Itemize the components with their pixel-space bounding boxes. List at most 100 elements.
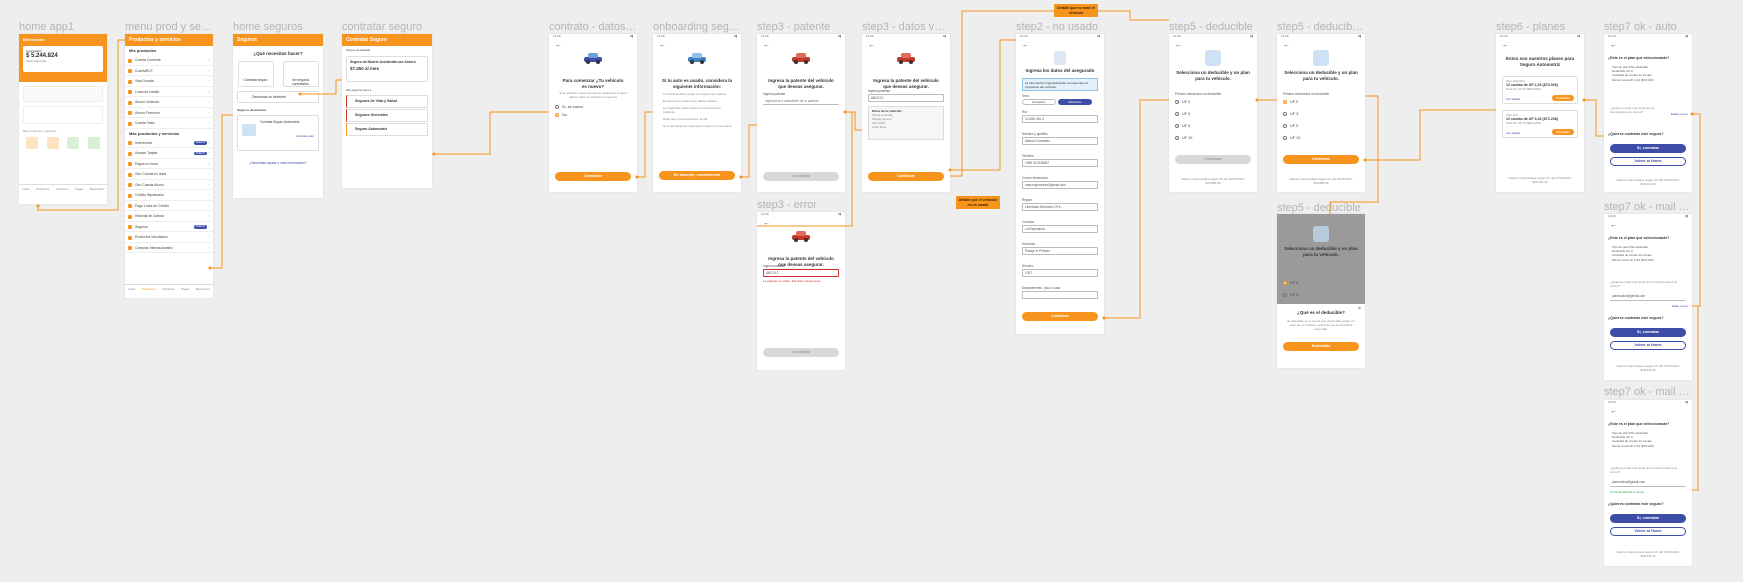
contratar-button[interactable]: Contratar bbox=[1552, 95, 1574, 101]
list-item[interactable]: Ahorro Vivienda bbox=[125, 97, 213, 108]
radio-no[interactable]: No bbox=[555, 112, 567, 118]
continue-button[interactable]: Continuar bbox=[555, 172, 631, 181]
back-arrow-icon[interactable]: ← bbox=[1604, 40, 1692, 52]
shortcut-icon[interactable] bbox=[46, 137, 59, 149]
form-field[interactable]: Libertador Bernardo O'Hi... bbox=[1022, 203, 1098, 211]
home-button[interactable]: Volver al Home bbox=[1610, 157, 1686, 166]
form-field[interactable]: +569 912345657 bbox=[1022, 159, 1098, 167]
continue-button[interactable]: Continuar bbox=[868, 172, 944, 181]
radio-uf5[interactable]: UF 5 bbox=[1283, 123, 1298, 129]
edit-mail-link[interactable]: Editar correo bbox=[1671, 112, 1688, 116]
continue-button[interactable]: Continuar bbox=[763, 172, 839, 181]
help-link[interactable]: ¿Necesitas ayuda o más información? bbox=[233, 161, 323, 165]
form-field[interactable]: La Esperanza bbox=[1022, 225, 1098, 233]
home-button[interactable]: Volver al Home bbox=[1610, 341, 1686, 350]
plan-detail-link[interactable]: Ver detalle bbox=[1506, 97, 1520, 101]
list-item[interactable]: Cuenta Vista bbox=[125, 118, 213, 129]
balance-card[interactable]: CuentaRUT $ 5.244.824 Saldo disponible bbox=[23, 46, 103, 72]
email-input[interactable]: juanbustos@gmail.com bbox=[1610, 479, 1686, 487]
accept-button[interactable]: De acuerdo, continuemos bbox=[659, 171, 735, 180]
promo-card[interactable] bbox=[23, 86, 103, 102]
tab-productos[interactable]: Productos bbox=[142, 287, 156, 298]
list-item[interactable]: Pago Línea de Crédito bbox=[125, 201, 213, 211]
continue-button[interactable]: Continuar bbox=[1022, 312, 1098, 321]
continue-button[interactable]: Continuar bbox=[1175, 155, 1251, 164]
tab-transferir[interactable]: Transferir bbox=[56, 187, 69, 198]
update-mail-link[interactable]: Editar correo bbox=[1672, 304, 1688, 308]
sexo-masculino[interactable]: Masculino bbox=[1058, 99, 1092, 105]
form-field[interactable]: Pasaje el Pehuén bbox=[1022, 247, 1098, 255]
form-field[interactable]: 12.686.786-3 bbox=[1022, 115, 1098, 123]
list-item[interactable]: Cuenta Corriente bbox=[125, 55, 213, 66]
home-button[interactable]: Volver al Home bbox=[1610, 527, 1686, 536]
radio-nuevo[interactable]: Sí, es nuevo bbox=[555, 104, 583, 110]
patente-input[interactable] bbox=[763, 97, 839, 105]
list-item[interactable]: Crédito Hipotecario bbox=[125, 190, 213, 201]
list-item[interactable]: Compras Internacionales bbox=[125, 243, 213, 253]
back-arrow-icon[interactable]: ← bbox=[1496, 40, 1584, 52]
tab-transferir[interactable]: Transferir bbox=[162, 287, 175, 298]
form-field[interactable]: manuelgonzalez@gmail.com bbox=[1022, 181, 1098, 189]
shortcut-icon[interactable] bbox=[87, 137, 100, 149]
tab-beneficios[interactable]: Beneficios bbox=[196, 287, 210, 298]
radio-uf0[interactable]: UF 0 bbox=[1283, 99, 1298, 105]
form-field[interactable] bbox=[1022, 291, 1098, 299]
list-item[interactable]: CuentaRUT bbox=[125, 66, 213, 76]
sexo-femenino[interactable]: Femenino bbox=[1022, 99, 1056, 105]
list-item-seguros[interactable]: Seguros NUEVO bbox=[125, 222, 213, 232]
list-item[interactable]: Ahorro Premium bbox=[125, 108, 213, 118]
continue-button[interactable]: Continuar bbox=[763, 348, 839, 357]
back-arrow-icon[interactable]: ← bbox=[549, 40, 637, 52]
confirm-button[interactable]: Sí, contratar bbox=[1610, 328, 1686, 337]
back-arrow-icon[interactable]: ← bbox=[653, 40, 741, 52]
radio-uf3[interactable]: UF 3 bbox=[1175, 111, 1190, 117]
radio-uf0[interactable]: UF 0 bbox=[1175, 99, 1190, 105]
shortcut-icon[interactable] bbox=[26, 137, 39, 149]
plan-card[interactable]: Plan Full 12 cuotas de UF 3,23 ($72.208)… bbox=[1502, 110, 1578, 138]
list-item[interactable]: Inversiones NUEVO bbox=[125, 138, 213, 148]
list-item[interactable]: Historial de Cartola bbox=[125, 211, 213, 222]
ver-seguros-card[interactable]: Ver seguros contratados bbox=[282, 60, 319, 87]
radio-uf10[interactable]: UF 10 bbox=[1283, 135, 1300, 141]
shortcut-icon[interactable] bbox=[67, 137, 80, 149]
back-arrow-icon[interactable]: ← bbox=[862, 40, 950, 52]
confirm-button[interactable]: Sí, contratar bbox=[1610, 514, 1686, 523]
list-item[interactable]: Productos Vinculados bbox=[125, 232, 213, 243]
radio-uf3[interactable]: UF 3 bbox=[1283, 292, 1298, 298]
tab-inicio[interactable]: Inicio bbox=[128, 287, 135, 298]
item-generales[interactable]: Seguros Generales bbox=[346, 109, 428, 122]
email-input[interactable]: juanbustos@gmail.com bbox=[1610, 293, 1686, 301]
item-vida-salud[interactable]: Seguros de Vida y Salud bbox=[346, 95, 428, 108]
plan-detail-link[interactable]: Ver detalle bbox=[1506, 131, 1520, 135]
close-icon[interactable]: × bbox=[1358, 306, 1361, 312]
continue-button[interactable]: Continuar bbox=[1283, 155, 1359, 164]
form-field[interactable]: Manuel González bbox=[1022, 137, 1098, 145]
list-item[interactable]: Visa Dorada bbox=[125, 76, 213, 87]
list-item[interactable]: Giro Cuenta en línea bbox=[125, 169, 213, 180]
tab-pagar[interactable]: Pagar bbox=[75, 187, 83, 198]
patente-input[interactable]: ABCD12 bbox=[868, 94, 944, 102]
plan-card[interactable]: Plan Estándar 12 cuotas de UF 2,23 ($70.… bbox=[1502, 76, 1578, 104]
form-field[interactable]: 1337 bbox=[1022, 269, 1098, 277]
radio-uf0[interactable]: UF 0 bbox=[1283, 280, 1298, 286]
tab-productos[interactable]: Productos bbox=[36, 187, 50, 198]
featured-card[interactable]: Contrata Seguro Automotriz Contrata aquí bbox=[237, 114, 319, 151]
list-item[interactable]: Pagos en línea bbox=[125, 159, 213, 169]
radio-uf3[interactable]: UF 3 bbox=[1283, 111, 1298, 117]
contratar-button[interactable]: Contratar bbox=[1552, 129, 1574, 135]
list-item[interactable]: Giro Cuenta Ahorro bbox=[125, 180, 213, 190]
featured-card-link[interactable]: Contrata aquí bbox=[260, 134, 314, 138]
confirm-button[interactable]: Sí, contratar bbox=[1610, 144, 1686, 153]
back-arrow-icon[interactable]: ← bbox=[757, 40, 845, 52]
radio-uf5[interactable]: UF 5 bbox=[1175, 123, 1190, 129]
tab-beneficios[interactable]: Beneficios bbox=[90, 187, 104, 198]
radio-uf10[interactable]: UF 10 bbox=[1175, 135, 1192, 141]
promo-card[interactable]: Seguro de Muerte Accidental con Ahorro $… bbox=[346, 56, 428, 82]
tab-pagar[interactable]: Pagar bbox=[181, 287, 189, 298]
back-arrow-icon[interactable]: ← bbox=[1604, 406, 1692, 418]
back-arrow-icon[interactable]: ← bbox=[757, 218, 845, 230]
item-automotriz[interactable]: Seguro Automotriz bbox=[346, 123, 428, 136]
list-item[interactable]: Avance Tarjeta NUEVO bbox=[125, 148, 213, 159]
understood-button[interactable]: Entendido bbox=[1283, 342, 1359, 351]
back-arrow-icon[interactable]: ← bbox=[1604, 220, 1692, 232]
